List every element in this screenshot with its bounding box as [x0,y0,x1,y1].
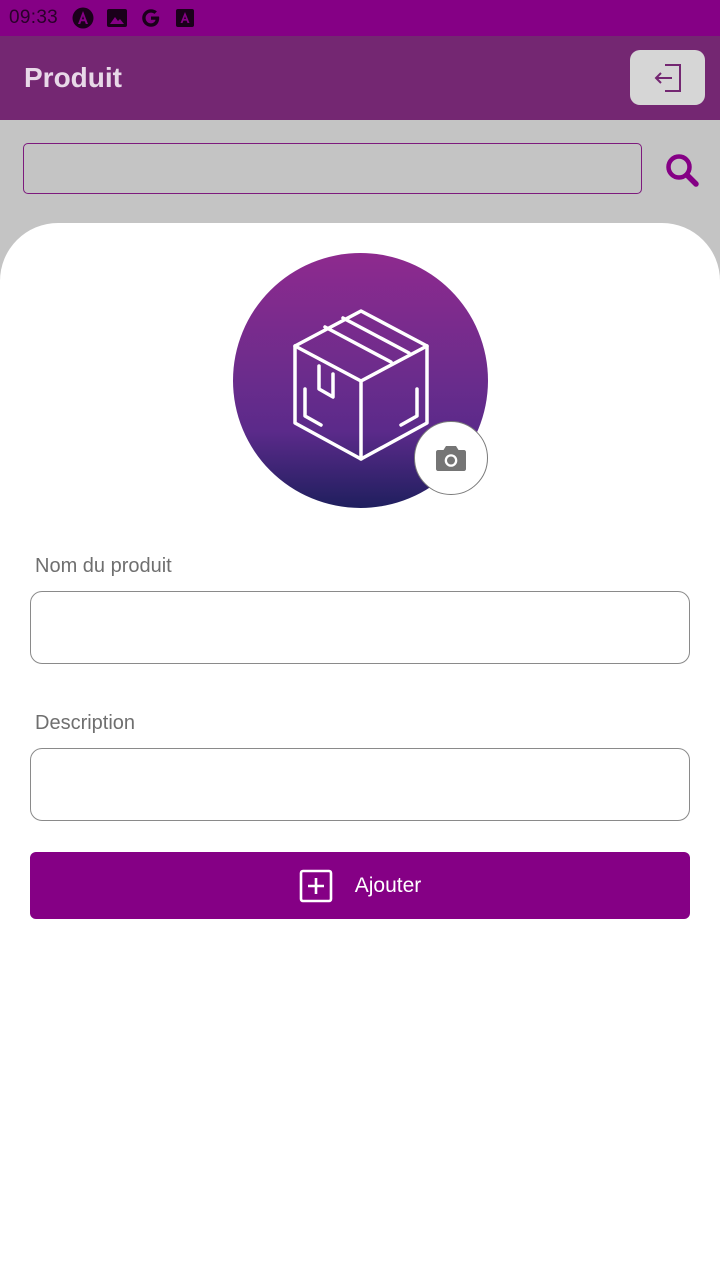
description-label: Description [35,712,136,734]
google-icon [140,7,162,29]
status-time: 09:33 [9,7,59,28]
search-input[interactable] [23,143,642,194]
description-field[interactable] [30,748,690,821]
search-button[interactable] [662,150,702,190]
app-bar: Produit [0,36,720,120]
image-icon [106,7,128,29]
angular-icon [72,7,94,29]
form-card: Nom du produit Description Ajouter [0,223,720,1280]
status-icons [72,7,196,29]
page-title: Produit [24,62,122,93]
camera-button[interactable] [414,421,488,495]
app-root: 09:33 Produit Nom du produit Description… [0,0,720,1280]
app-notification-icon [174,7,196,29]
search-icon [666,154,699,187]
product-name-field[interactable] [30,591,690,664]
product-name-label: Nom du produit [35,555,172,577]
plus-square-icon [299,869,333,902]
logout-icon [654,63,681,92]
camera-icon [436,446,466,471]
add-button[interactable]: Ajouter [30,852,690,919]
box-icon [292,308,429,461]
logout-button[interactable] [630,50,705,105]
status-bar: 09:33 [0,0,720,36]
add-button-label: Ajouter [354,873,422,897]
